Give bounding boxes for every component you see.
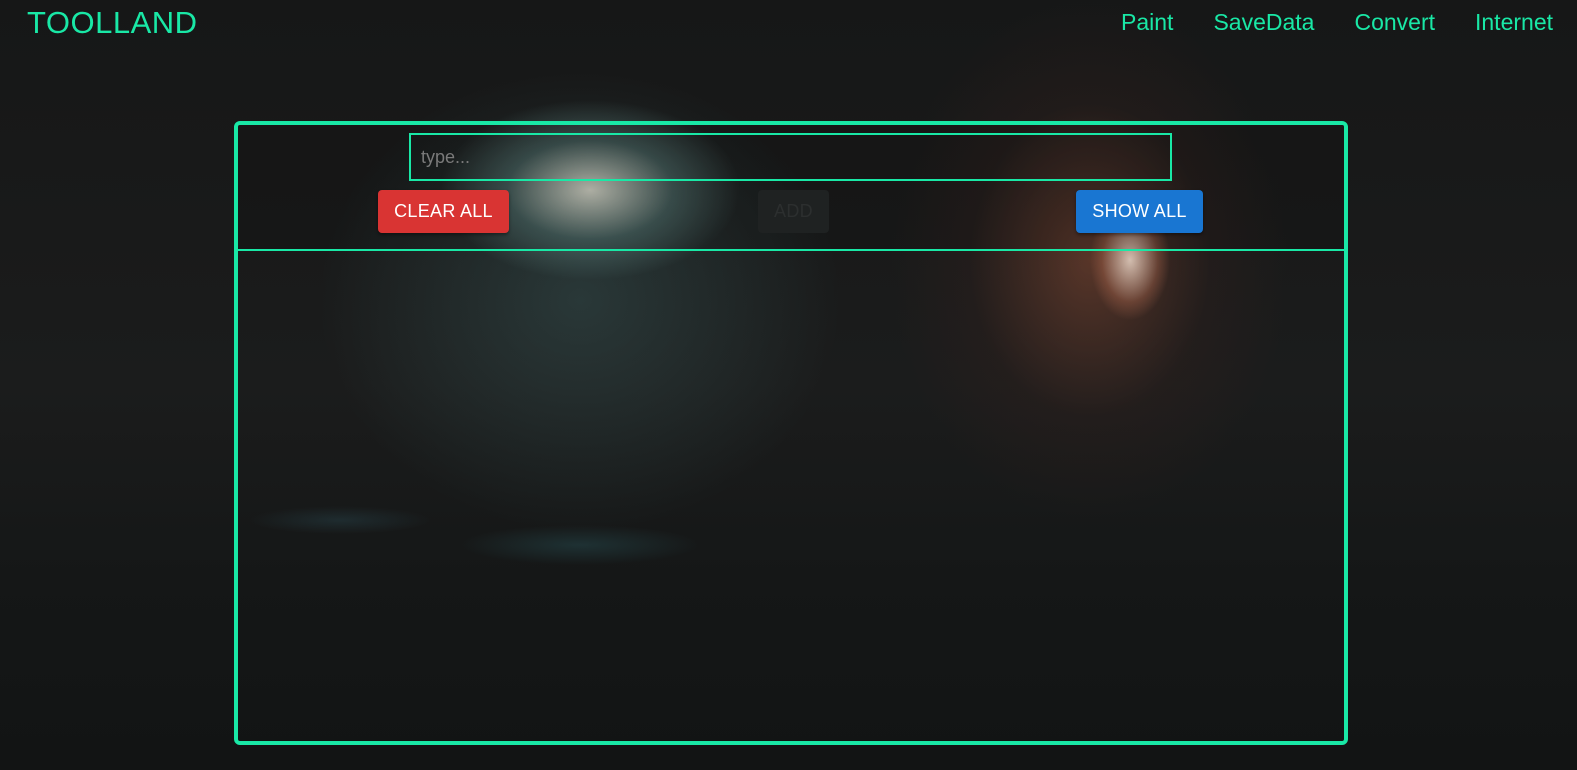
show-all-button[interactable]: SHOW ALL: [1076, 190, 1203, 233]
nav-links: Paint SaveData Convert Internet: [1121, 9, 1553, 36]
brand-logo[interactable]: TOOLLAND: [27, 5, 198, 41]
clear-all-button[interactable]: CLEAR ALL: [378, 190, 509, 233]
nav-link-convert[interactable]: Convert: [1354, 9, 1435, 36]
saved-items-list: [238, 251, 1344, 741]
nav-link-paint[interactable]: Paint: [1121, 9, 1173, 36]
input-section: CLEAR ALL ADD SHOW ALL: [238, 125, 1344, 251]
add-button[interactable]: ADD: [758, 190, 829, 233]
top-navbar: TOOLLAND Paint SaveData Convert Internet: [0, 0, 1577, 46]
nav-link-internet[interactable]: Internet: [1475, 9, 1553, 36]
data-input[interactable]: [409, 133, 1172, 181]
nav-link-savedata[interactable]: SaveData: [1213, 9, 1314, 36]
savedata-panel: CLEAR ALL ADD SHOW ALL: [234, 121, 1348, 745]
